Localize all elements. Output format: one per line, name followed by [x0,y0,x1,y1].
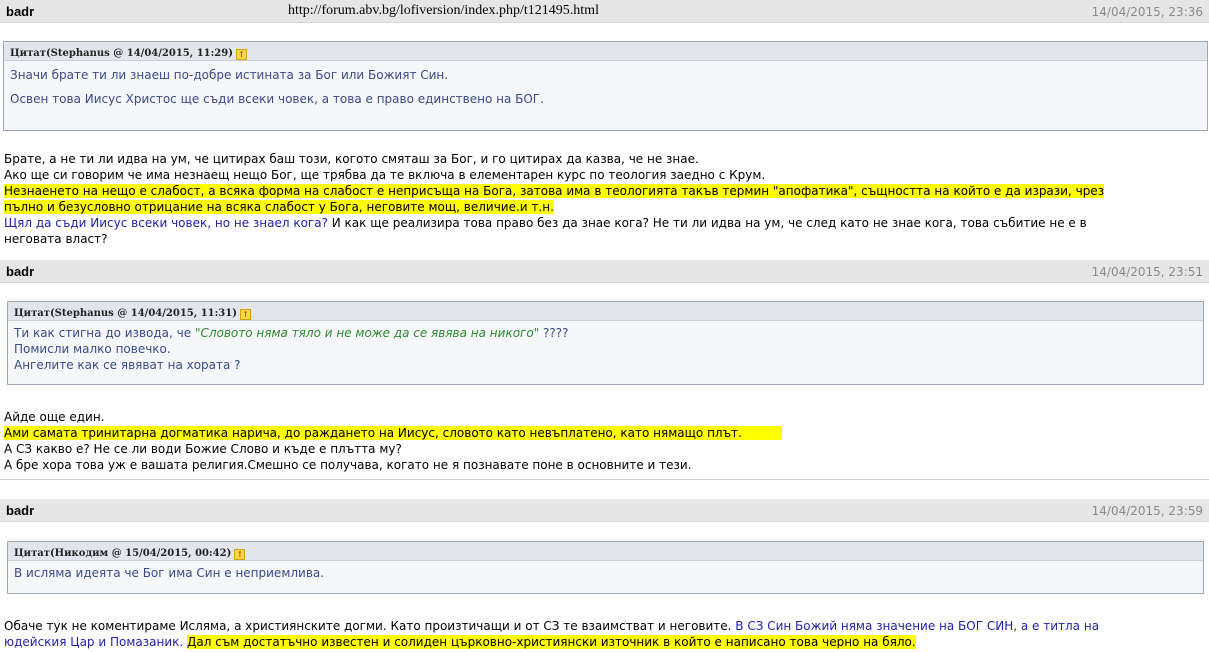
post-line: А бре хора това уж е вашата религия.Смеш… [4,458,692,472]
quote-block: Цитат(Stephanus @ 14/04/2015, 11:29) ↑ Зн… [3,41,1208,131]
quote-link-icon[interactable]: ↑ [239,309,251,320]
quote-body: Ти как стигна до извода, че "Словото ням… [8,321,1203,377]
quote-source: Цитат(Никодим @ 15/04/2015, 00:42) [14,548,232,559]
highlighted-text: Дал съм достатъчно известен и солиден цъ… [187,635,916,649]
blue-text: юдейския Цар и Помазаник. [4,635,184,649]
quote-title: Цитат(Никодим @ 15/04/2015, 00:42) ↑ [8,542,1203,561]
post-text: Обаче тук не коментираме Исляма, а христ… [4,619,736,633]
post-separator [0,479,1209,480]
highlighted-text: Ами самата тринитарна догматика нарича, … [4,426,782,440]
quote-italic-text: "Словото няма тяло и не може да се явява… [194,326,540,340]
blue-text: В СЗ Син Божий няма значение на БОГ СИН,… [735,619,1100,633]
highlighted-text: Незнаенето на нещо е слабост, а всяка фо… [4,184,1105,198]
post-body: Обаче тук не коментираме Исляма, а христ… [4,618,1204,650]
highlighted-text: пълно и безусловно отрицание на всяка сл… [4,200,554,214]
quote-title: Цитат(Stephanus @ 14/04/2015, 11:31) ↑ [8,302,1203,321]
post-text: И как ще реализира това право без да зна… [327,216,1087,230]
quote-line: В исляма идеята че Бог има Син е неприем… [14,566,325,580]
quote-block: Цитат(Stephanus @ 14/04/2015, 11:31) ↑ Ти… [7,301,1204,385]
post-line: Айде още един. [4,410,105,424]
quote-link-icon[interactable]: ↑ [235,49,247,60]
page-url: http://forum.abv.bg/lofiversion/index.ph… [288,3,599,18]
quote-block: Цитат(Никодим @ 15/04/2015, 00:42) ↑ В ис… [7,541,1204,594]
quote-line: Значи брате ти ли знаеш по-добре истинат… [10,68,449,82]
post-date: 14/04/2015, 23:59 [1091,504,1203,518]
post-header: badr 14/04/2015, 23:59 [0,499,1209,522]
quote-body: В исляма идеята че Бог има Син е неприем… [8,561,1203,585]
post-body: Айде още един. Ами самата тринитарна дог… [4,409,1204,473]
quote-text: Ти как стигна до извода, че [14,326,195,340]
quote-body: Значи брате ти ли знаеш по-добре истинат… [4,61,1207,111]
post-line: Ако ще си говорим че има незнаещ нещо Бо… [4,168,766,182]
post-date: 14/04/2015, 23:51 [1091,265,1203,279]
post-line: А СЗ какво е? Не се ли води Божие Слово … [4,442,402,456]
post-header: badr http://forum.abv.bg/lofiversion/ind… [0,0,1209,23]
quote-line: Ангелите как се явяват на хората ? [14,358,241,372]
post-author[interactable]: badr [6,264,34,279]
post-header: badr 14/04/2015, 23:51 [0,260,1209,283]
quote-line: Помисли малко повечко. [14,342,171,356]
post-body: Брате, а не ти ли идва на ум, че цитирах… [4,151,1204,247]
quote-title: Цитат(Stephanus @ 14/04/2015, 11:29) ↑ [4,42,1207,61]
post-author[interactable]: badr [6,503,34,518]
quote-line: Освен това Иисус Христос ще съди всеки ч… [10,92,544,106]
quote-source: Цитат(Stephanus @ 14/04/2015, 11:29) [10,48,233,59]
post-author[interactable]: badr [6,4,34,19]
blue-text: Щял да съди Иисус всеки човек, но не зна… [4,216,328,230]
quote-text: ???? [539,326,569,340]
quote-link-icon[interactable]: ↑ [234,549,246,560]
quote-source: Цитат(Stephanus @ 14/04/2015, 11:31) [14,308,237,319]
post-date: 14/04/2015, 23:36 [1091,5,1203,19]
post-line: Брате, а не ти ли идва на ум, че цитирах… [4,152,699,166]
post-line: неговата власт? [4,232,108,246]
